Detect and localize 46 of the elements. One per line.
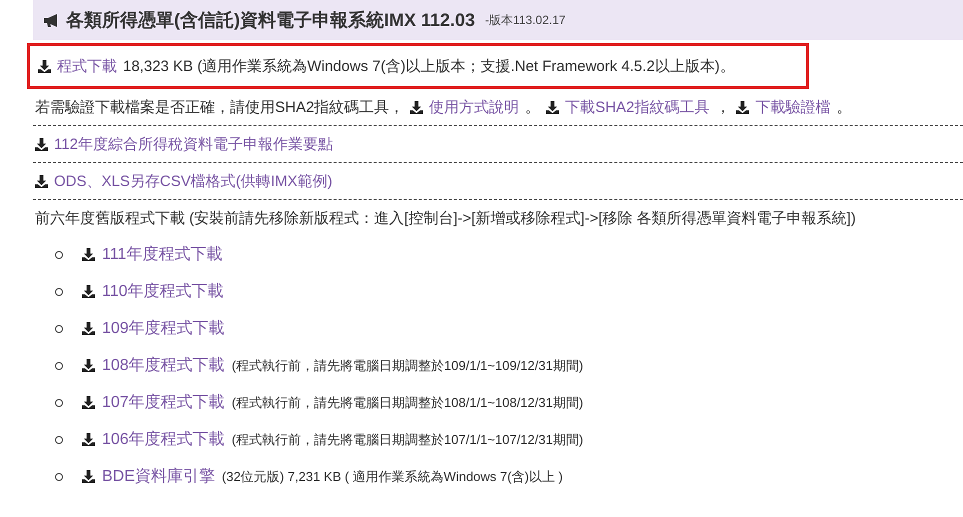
- bullet-icon: [55, 250, 63, 258]
- download-link[interactable]: 107年度程式下載: [102, 392, 225, 413]
- download-link[interactable]: BDE資料庫引擎: [102, 466, 215, 487]
- download-link[interactable]: 下載SHA2指紋碼工具: [565, 98, 710, 116]
- download-icon: [82, 470, 95, 483]
- download-icon: [82, 396, 95, 409]
- bullet-icon: [55, 288, 63, 296]
- instruction-text: ，: [715, 98, 730, 116]
- page-title: 各類所得憑單(含信託)資料電子申報系統IMX 112.03: [66, 9, 476, 32]
- download-link[interactable]: 使用方式說明: [429, 98, 520, 116]
- bullet-icon: [55, 324, 63, 332]
- document-link[interactable]: ODS、XLS另存CSV檔格式(供轉IMX範例): [54, 172, 332, 190]
- download-icon: [546, 100, 560, 114]
- download-link[interactable]: 108年度程式下載: [102, 355, 225, 376]
- note-text: (程式執行前，請先將電腦日期調整於107/1/1~107/12/31期間): [232, 430, 584, 448]
- download-link[interactable]: 110年度程式下載: [102, 281, 224, 302]
- bullet-icon: [55, 362, 63, 370]
- instruction-text: 若需驗證下載檔案是否正確，請使用SHA2指紋碼工具，: [35, 98, 404, 116]
- download-icon: [35, 138, 48, 150]
- download-icon: [35, 174, 48, 188]
- download-icon: [736, 100, 750, 114]
- section-intro: 前六年度舊版程式下載 (安裝前請先移除新版程式：進入[控制台]->[新增或移除程式]->[移除 各類所得憑單資料電子申報系統]): [35, 208, 856, 228]
- note-text: (32位元版) 7,231 KB ( 適用作業系統為Windows 7(含)以上 ): [222, 468, 563, 486]
- download-link[interactable]: 下載驗證檔: [755, 98, 830, 116]
- file-detail: 18,323 KB (適用作業系統為Windows 7(含)以上版本；支援.Net Framework 4.5.2以上版本)。: [123, 56, 735, 76]
- bullet-icon: [55, 436, 63, 444]
- download-link[interactable]: 106年度程式下載: [102, 429, 225, 450]
- note-text: (程式執行前，請先將電腦日期調整於108/1/1~108/12/31期間): [232, 394, 584, 412]
- instruction-text: 。: [836, 98, 852, 116]
- bullet-icon: [55, 398, 63, 406]
- download-icon: [410, 100, 424, 114]
- download-icon: [38, 60, 51, 72]
- version-text: -版本113.02.17: [485, 12, 566, 28]
- note-text: (程式執行前，請先將電腦日期調整於109/1/1~109/12/31期間): [232, 356, 584, 374]
- download-icon: [82, 248, 95, 261]
- megaphone-icon: [43, 12, 60, 28]
- download-icon: [82, 433, 95, 446]
- download-link[interactable]: 程式下載: [57, 56, 117, 76]
- document-link[interactable]: 112年度綜合所得稅資料電子申報作業要點: [54, 134, 333, 154]
- download-link[interactable]: 109年度程式下載: [102, 318, 225, 339]
- download-icon: [82, 285, 95, 298]
- bullet-icon: [55, 472, 63, 480]
- download-icon: [82, 322, 95, 335]
- download-link[interactable]: 111年度程式下載: [102, 244, 222, 265]
- download-icon: [82, 359, 95, 372]
- instruction-text: 。: [525, 98, 540, 116]
